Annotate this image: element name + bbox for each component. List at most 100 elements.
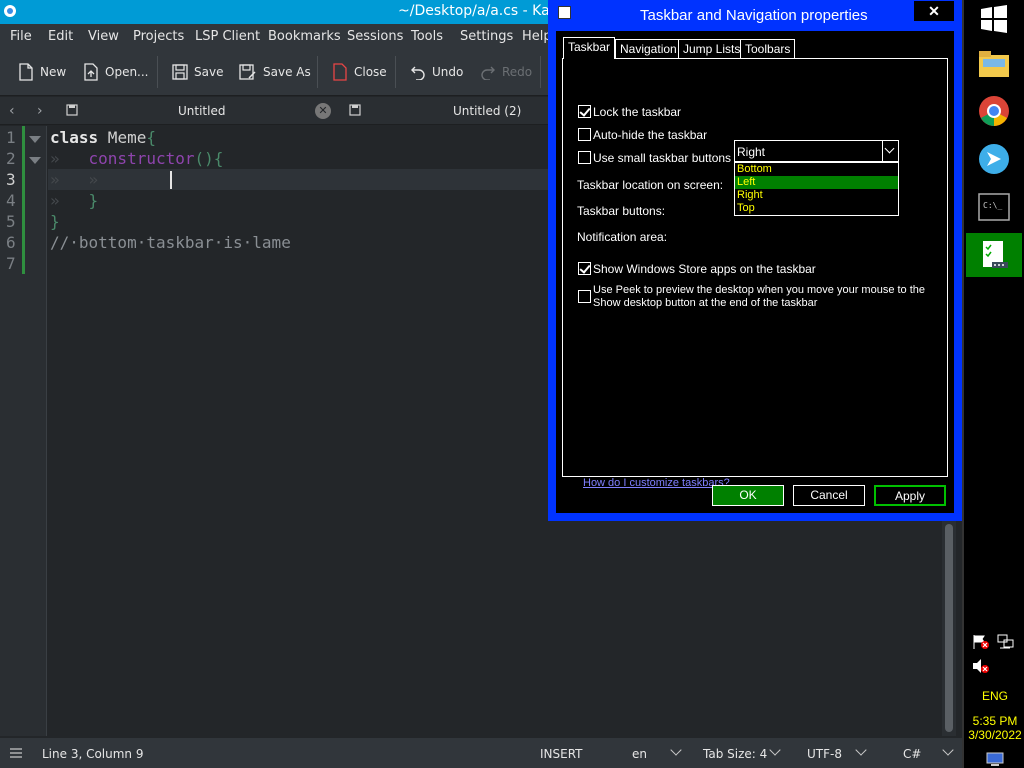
dialog-app-icon [558, 6, 571, 19]
notification-area-label: Notification area: [577, 230, 668, 244]
small-buttons-label: Use small taskbar buttons [593, 151, 732, 165]
scrollbar-thumb[interactable] [945, 524, 953, 732]
tab-untitled-2[interactable]: Untitled (2) [453, 104, 521, 118]
lock-taskbar-label: Lock the taskbar [593, 105, 682, 119]
taskbar-properties-dialog: Taskbar and Navigation properties ✕ Task… [548, 0, 962, 521]
apply-button[interactable]: Apply [874, 485, 946, 506]
tab-toolbars[interactable]: Toolbars [740, 39, 796, 58]
dialog-body: Taskbar Navigation Jump Lists Toolbars L… [556, 31, 954, 513]
input-language[interactable]: ENG [964, 689, 1024, 703]
tab-close-icon[interactable]: ✕ [315, 103, 331, 119]
undo-button[interactable]: Undo [410, 62, 463, 82]
menu-view[interactable]: View [88, 29, 119, 44]
ok-button[interactable]: OK [712, 485, 784, 506]
tab-jump-lists[interactable]: Jump Lists [678, 39, 746, 58]
tab-prev-icon[interactable]: ‹ [9, 103, 15, 119]
tab-navigation[interactable]: Navigation [615, 39, 682, 58]
modified-lines-marker [22, 126, 25, 274]
indent-marker: » » [50, 170, 128, 189]
new-button[interactable]: New [18, 62, 66, 82]
store-apps-checkbox[interactable] [578, 262, 591, 275]
save-as-icon [239, 64, 256, 80]
hamburger-menu-icon[interactable] [10, 747, 22, 759]
open-button[interactable]: Open... [83, 62, 149, 82]
code-line-1: class Meme{ [50, 127, 156, 148]
vertical-scrollbar[interactable] [942, 520, 956, 736]
line-number-gutter: 1 2 3 4 5 6 7 [0, 126, 47, 736]
line-number: 6 [6, 233, 16, 252]
save-as-button[interactable]: Save As [239, 62, 311, 82]
location-select[interactable]: Right [734, 140, 899, 162]
chevron-down-icon[interactable] [942, 744, 954, 756]
peek-label-line-2: Show desktop button at the end of the ta… [593, 297, 818, 309]
cursor-position[interactable]: Line 3, Column 9 [42, 747, 144, 761]
fold-arrow-icon[interactable] [29, 157, 41, 164]
close-button[interactable]: Close [332, 62, 387, 82]
save-button[interactable]: Save [172, 62, 223, 82]
chevron-down-icon[interactable] [882, 141, 898, 161]
clock[interactable]: 5:35 PM 3/30/2022 [964, 714, 1024, 742]
action-center-flag-icon[interactable] [972, 634, 990, 650]
menu-file[interactable]: File [10, 29, 32, 44]
terminal-icon[interactable]: C:\_ [975, 188, 1013, 226]
window-title: ~/Desktop/a/a.cs - Ka [398, 3, 550, 19]
option-right[interactable]: Right [735, 189, 898, 202]
windows-taskbar: C:\_ ENG 5:35 PM 3/30/2022 [962, 0, 1024, 768]
store-apps-label: Show Windows Store apps on the taskbar [593, 262, 816, 276]
cancel-button[interactable]: Cancel [793, 485, 865, 506]
tab-taskbar[interactable]: Taskbar [563, 37, 616, 59]
save-as-label: Save As [263, 65, 311, 79]
help-link[interactable]: How do I customize taskbars? [583, 477, 730, 489]
option-left[interactable]: Left [735, 176, 898, 189]
tab-size[interactable]: Tab Size: 4 [703, 747, 767, 761]
kate-app-icon [4, 5, 16, 17]
toolbar-separator [395, 56, 396, 88]
input-mode[interactable]: INSERT [540, 747, 583, 761]
menu-lsp-client[interactable]: LSP Client [195, 29, 260, 44]
chevron-down-icon[interactable] [855, 744, 867, 756]
file-explorer-icon[interactable] [975, 45, 1013, 83]
redo-icon [481, 66, 495, 80]
lock-taskbar-checkbox[interactable] [578, 105, 591, 118]
keyword: class [50, 128, 99, 147]
dictionary-language[interactable]: en [632, 747, 647, 761]
kde-connect-icon[interactable] [975, 140, 1013, 178]
menu-sessions[interactable]: Sessions [347, 29, 403, 44]
redo-button[interactable]: Redo [480, 62, 532, 82]
code-line-6: //·bottom·taskbar·is·lame [50, 232, 291, 253]
syntax-mode[interactable]: C# [903, 747, 921, 761]
volume-muted-icon[interactable] [972, 658, 990, 674]
option-top[interactable]: Top [735, 202, 898, 215]
tab-next-icon[interactable]: › [37, 103, 43, 119]
indent-marker: » [50, 149, 89, 168]
peek-label-line-1: Use Peek to preview the desktop when you… [593, 284, 926, 296]
task-checklist-icon[interactable] [975, 236, 1013, 274]
redo-label: Redo [502, 65, 533, 79]
chrome-icon[interactable] [975, 92, 1013, 130]
toolbar-separator [157, 56, 158, 88]
small-buttons-checkbox[interactable] [578, 151, 591, 164]
line-number: 7 [6, 254, 16, 273]
auto-hide-label: Auto-hide the taskbar [593, 128, 708, 142]
menu-edit[interactable]: Edit [48, 29, 73, 44]
auto-hide-checkbox[interactable] [578, 128, 591, 141]
brace: (){ [194, 149, 224, 168]
open-file-icon [84, 63, 98, 81]
peek-checkbox[interactable] [578, 290, 591, 303]
code-line-5: } [50, 211, 60, 232]
start-windows-icon[interactable] [975, 0, 1013, 38]
line-number: 3 [6, 170, 16, 189]
encoding[interactable]: UTF-8 [807, 747, 842, 761]
dialog-close-button[interactable]: ✕ [914, 1, 954, 21]
network-icon[interactable] [996, 634, 1014, 650]
menu-projects[interactable]: Projects [133, 29, 184, 44]
tab-untitled[interactable]: Untitled [178, 104, 225, 118]
chevron-down-icon[interactable] [769, 744, 781, 756]
menu-tools[interactable]: Tools [411, 29, 443, 44]
option-bottom[interactable]: Bottom [735, 163, 898, 176]
menu-bookmarks[interactable]: Bookmarks [268, 29, 341, 44]
menu-settings[interactable]: Settings [460, 29, 513, 44]
chevron-down-icon[interactable] [670, 744, 682, 756]
fold-arrow-icon[interactable] [29, 136, 41, 143]
show-desktop-icon[interactable] [986, 752, 1004, 766]
